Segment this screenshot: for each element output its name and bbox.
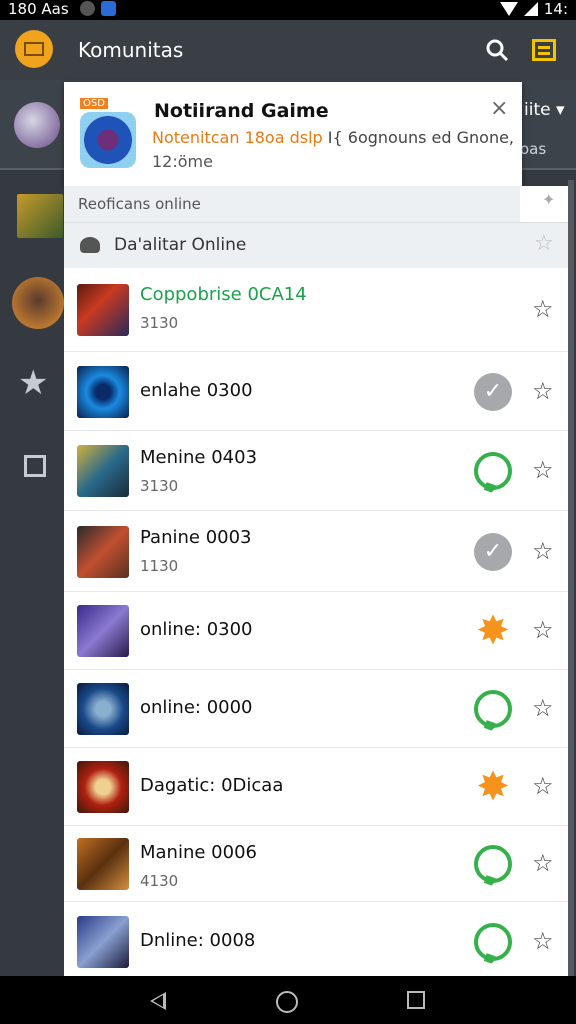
sidebar-right-label[interactable]: iite ▾ xyxy=(524,100,565,120)
status-right: 14: xyxy=(499,0,568,18)
filter-label: Da'alitar Online xyxy=(114,235,247,255)
favorite-star-icon[interactable]: ☆ xyxy=(532,772,554,800)
notification-game-icon xyxy=(80,112,136,168)
favorite-star-icon[interactable]: ☆ xyxy=(532,616,554,644)
favorite-star-icon[interactable]: ☆ xyxy=(532,377,554,405)
online-list: Reoficans online ✦ Da'alitar Online ☆ Co… xyxy=(64,186,568,976)
favorite-star-icon[interactable]: ☆ xyxy=(532,295,554,323)
check-icon[interactable]: ✓ xyxy=(474,533,512,571)
list-item[interactable]: Dnline: 0008 ☆ xyxy=(64,902,568,976)
game-thumbnail xyxy=(77,366,129,418)
app-title: Komunitas xyxy=(78,38,184,62)
list-item-name: Coppobrise 0CA14 xyxy=(140,284,307,305)
app-bar: Komunitas xyxy=(0,20,576,80)
sidebar-star-icon[interactable]: ★ xyxy=(18,366,48,400)
list-item[interactable]: enlahe 0300 ✓ ☆ xyxy=(64,352,568,431)
list-item[interactable]: Dagatic: 0Dicaa ✸ ☆ xyxy=(64,748,568,826)
list-item-count: 3130 xyxy=(140,477,179,495)
notification-small-icon xyxy=(80,1,95,16)
list-item-name: Manine 0006 xyxy=(140,842,257,863)
list-item-name: Menine 0403 xyxy=(140,447,258,468)
app-logo-icon[interactable] xyxy=(15,30,53,68)
favorite-star-icon[interactable]: ☆ xyxy=(532,849,554,877)
chat-icon[interactable] xyxy=(474,690,512,728)
status-bar: 180 Aas 14: xyxy=(0,0,576,20)
list-item[interactable]: Menine 0403 3130 ☆ xyxy=(64,431,568,511)
wifi-icon xyxy=(499,2,518,16)
status-battery-text: 14: xyxy=(543,0,568,18)
chat-icon[interactable] xyxy=(474,923,512,961)
game-thumbnail xyxy=(77,284,129,336)
scrollbar[interactable] xyxy=(568,180,574,976)
list-item-name: enlahe 0300 xyxy=(140,380,253,401)
burst-icon[interactable]: ✸ xyxy=(474,611,512,651)
avatar[interactable] xyxy=(14,102,60,148)
sidebar-box-icon[interactable] xyxy=(24,455,46,477)
status-time: 180 Aas xyxy=(8,0,69,18)
navigation-bar xyxy=(0,976,576,1024)
list-item-count: 4130 xyxy=(140,872,179,890)
app-small-icon xyxy=(101,1,116,16)
menu-grid-icon[interactable] xyxy=(532,39,556,61)
filter-icon xyxy=(80,237,100,253)
game-thumbnail xyxy=(77,916,129,968)
list-item-name: online: 0300 xyxy=(140,619,253,640)
list-item-name: Dnline: 0008 xyxy=(140,930,256,951)
chat-icon[interactable] xyxy=(474,845,512,883)
notification-desc-rest: I{ 6ognouns ed Gnone, xyxy=(322,128,515,147)
check-icon[interactable]: ✓ xyxy=(474,373,512,411)
list-item[interactable]: Coppobrise 0CA14 3130 ☆ xyxy=(64,268,568,352)
signal-icon xyxy=(523,2,538,16)
notification-time: 12:öme xyxy=(152,152,213,171)
section-header-label: Reoficans online xyxy=(78,195,201,213)
game-thumbnail xyxy=(77,445,129,497)
favorite-star-icon[interactable]: ☆ xyxy=(532,537,554,565)
sidebar-right-sublabel: oas xyxy=(520,140,547,158)
sidebar-item-game-2[interactable] xyxy=(12,277,64,329)
list-item[interactable]: Manine 0006 4130 ☆ xyxy=(64,826,568,902)
list-item-name: online: 0000 xyxy=(140,697,253,718)
search-icon[interactable] xyxy=(485,38,509,62)
favorite-star-icon[interactable]: ☆ xyxy=(532,456,554,484)
home-icon[interactable] xyxy=(276,991,298,1013)
game-thumbnail xyxy=(77,526,129,578)
game-thumbnail xyxy=(77,605,129,657)
section-header: Reoficans online xyxy=(64,186,520,222)
game-thumbnail xyxy=(77,838,129,890)
favorite-star-icon[interactable]: ☆ xyxy=(532,694,554,722)
notification-title: Notiirand Gaime xyxy=(154,100,329,122)
filter-star-icon[interactable]: ☆ xyxy=(534,231,554,256)
favorite-star-icon[interactable]: ☆ xyxy=(532,927,554,955)
list-item[interactable]: Panine 0003 1130 ✓ ☆ xyxy=(64,511,568,592)
burst-icon[interactable]: ✸ xyxy=(474,767,512,807)
close-icon[interactable]: × xyxy=(490,96,508,121)
notification-badge: OSD xyxy=(80,98,108,109)
chat-icon[interactable] xyxy=(474,452,512,490)
list-item-count: 1130 xyxy=(140,557,179,575)
recent-apps-icon[interactable] xyxy=(407,991,425,1009)
pin-icon[interactable]: ✦ xyxy=(542,190,555,209)
back-icon[interactable] xyxy=(150,992,166,1010)
notification-popup[interactable]: OSD Notiirand Gaime Notenitcan 18oa dslp… xyxy=(64,82,522,186)
game-thumbnail xyxy=(77,761,129,813)
list-item-count: 3130 xyxy=(140,314,179,332)
notification-description: Notenitcan 18oa dslp I{ 6ognouns ed Gnon… xyxy=(152,128,514,147)
status-notification-icons xyxy=(80,1,116,16)
filter-bar[interactable]: Da'alitar Online ☆ xyxy=(64,222,568,268)
sidebar-item-game-1[interactable] xyxy=(17,194,63,238)
list-item[interactable]: online: 0000 ☆ xyxy=(64,670,568,748)
game-thumbnail xyxy=(77,683,129,735)
notification-desc-highlight: Notenitcan 18oa dslp xyxy=(152,128,323,147)
list-item[interactable]: online: 0300 ✸ ☆ xyxy=(64,592,568,670)
list-item-name: Dagatic: 0Dicaa xyxy=(140,775,284,796)
list-item-name: Panine 0003 xyxy=(140,527,252,548)
